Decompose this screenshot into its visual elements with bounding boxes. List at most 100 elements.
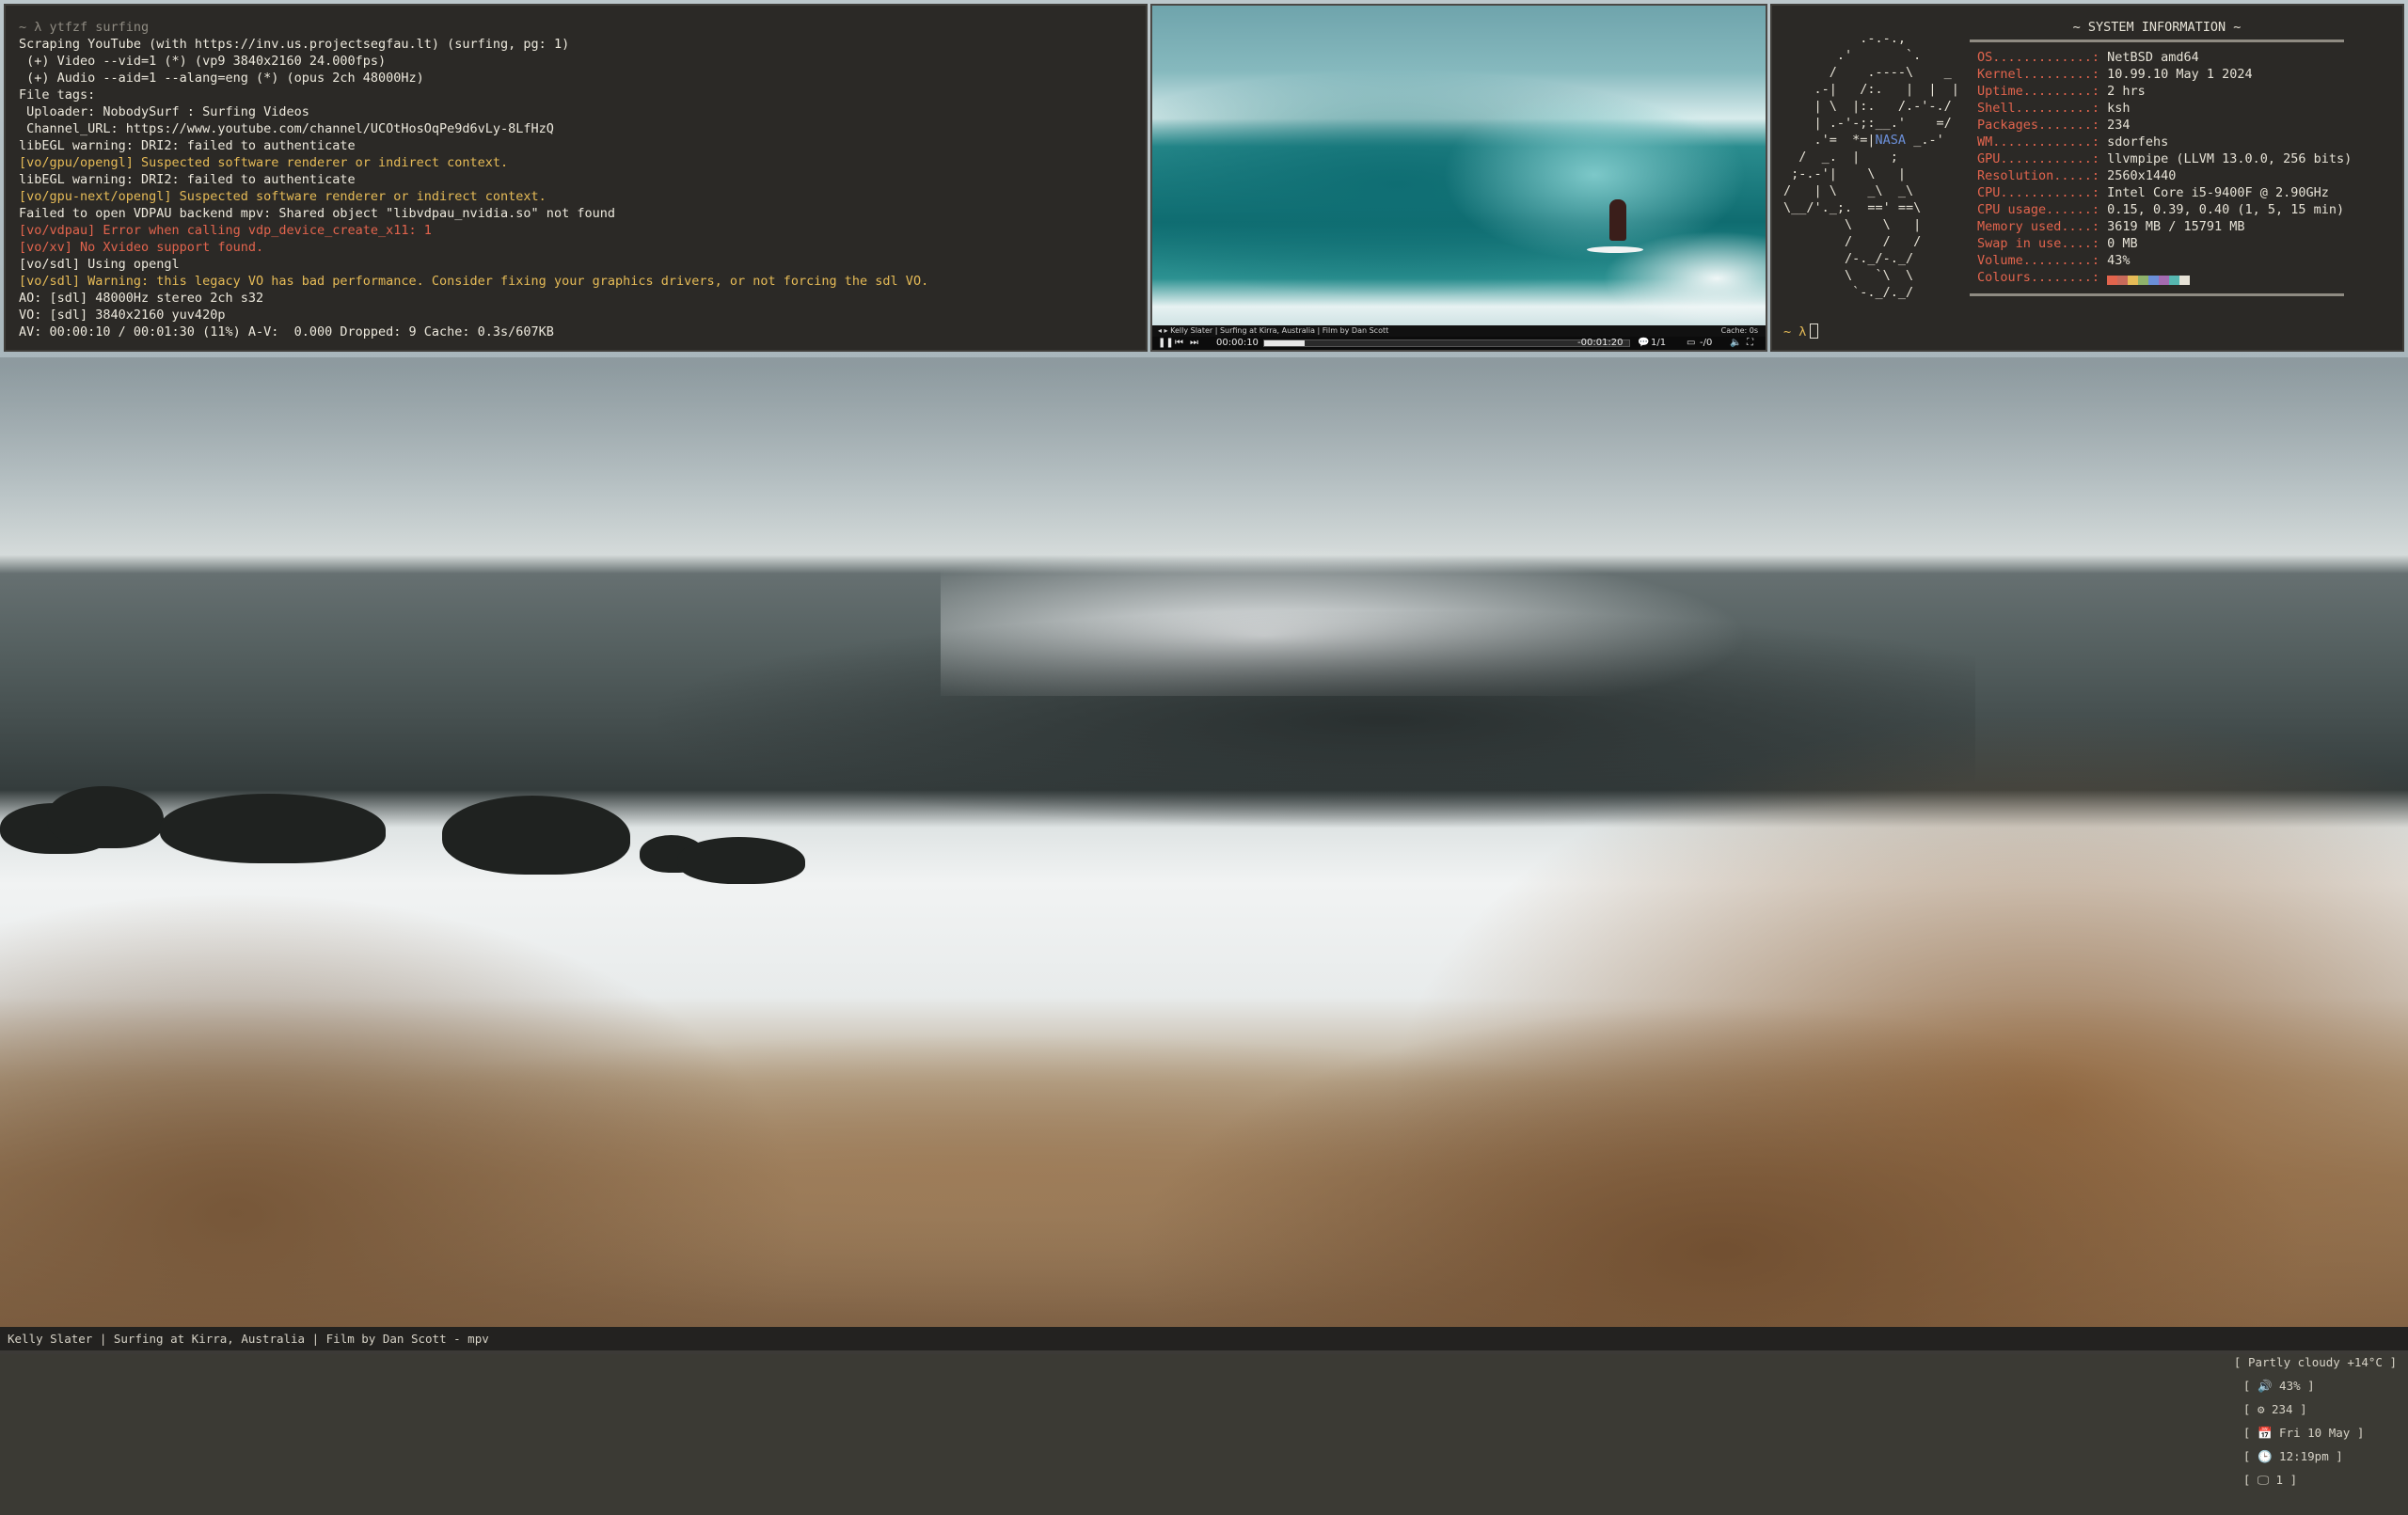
colour-swatch (2117, 276, 2129, 285)
terminal-line: (+) Audio --aid=1 --alang=eng (*) (opus … (19, 71, 424, 86)
bottom-border (0, 1350, 2408, 1354)
wallpaper-rocks (0, 781, 818, 884)
video-surfboard (1587, 246, 1643, 253)
terminal-line: [vo/xv] No Xvideo support found. (19, 240, 264, 255)
ascii-line: | \ |:. /.-'-./ (1783, 99, 1952, 114)
wallpaper-sky (0, 357, 2408, 564)
colour-swatch (2159, 276, 2170, 285)
sysinfo-value: 3619 MB / 15791 MB (2099, 219, 2245, 234)
sysinfo-key: Kernel.........: (1977, 67, 2100, 82)
time-remaining[interactable]: -00:01:20 (1577, 337, 1624, 350)
sysinfo-value: 234 (2099, 118, 2131, 133)
active-window-title: Kelly Slater | Surfing at Kirra, Austral… (8, 1332, 489, 1346)
sysinfo-row: OS.............: NetBSD amd64 (1977, 49, 2352, 66)
sysinfo-key: Colours........: (1977, 270, 2100, 285)
pause-icon[interactable]: ❚❚ (1158, 337, 1174, 350)
packages-widget[interactable]: [ ⚙ 234 ] (2243, 1402, 2307, 1416)
ascii-line: /-._/-._/ (1783, 251, 1914, 266)
terminal-line: ~ λ ytfzf surfing (19, 20, 150, 35)
workspace-widget[interactable]: [ 🖵 1 ] (2243, 1473, 2297, 1487)
date-widget[interactable]: [ 📅 Fri 10 May ] (2243, 1426, 2364, 1440)
sysinfo-row: WM.............: sdorfehs (1977, 134, 2352, 150)
mpv-title-bar: ◂ ▸ Kelly Slater | Surfing at Kirra, Aus… (1152, 325, 1766, 337)
mpv-nav-icon[interactable]: ◂ ▸ (1158, 326, 1170, 335)
ascii-nasa-label: NASA (1875, 133, 1907, 148)
terminal-line: libEGL warning: DRI2: failed to authenti… (19, 138, 356, 153)
prev-icon[interactable]: ⏮ (1175, 337, 1183, 350)
sysinfo-key: Packages.......: (1977, 118, 2100, 133)
seek-bar[interactable] (1263, 339, 1630, 347)
sysinfo-value: sdorfehs (2099, 134, 2169, 150)
ascii-line: \ \ | (1783, 217, 1922, 232)
volume-widget[interactable]: [ 🔊 43% ] (2243, 1379, 2315, 1393)
ascii-line: .' `. (1783, 48, 1922, 63)
terminal-line: libEGL warning: DRI2: failed to authenti… (19, 172, 356, 187)
ascii-line: | .-'-;:__.' =/ (1783, 116, 1952, 131)
ascii-line: .-.-., (1783, 31, 1907, 46)
sysinfo-value: 2 hrs (2099, 84, 2146, 99)
sysinfo-key: CPU usage......: (1977, 202, 2100, 217)
sysinfo-row: GPU............: llvmpipe (LLVM 13.0.0, … (1977, 150, 2352, 167)
terminal-line: [vo/gpu-next/opengl] Suspected software … (19, 189, 547, 204)
weather-widget[interactable]: [ Partly cloudy +14°C ] (2234, 1355, 2397, 1369)
ascii-line: .-| /:. | | | (1783, 82, 1959, 97)
video-surfer (1609, 199, 1626, 241)
sysinfo-row: Volume.........: 43% (1977, 252, 2352, 269)
mpv-cache: Cache: 0s (1720, 326, 1758, 335)
ascii-nasa-tail: _.-' (1906, 133, 1944, 148)
sysinfo-key: Memory used....: (1977, 219, 2100, 234)
terminal-line: AO: [sdl] 48000Hz stereo 2ch s32 (19, 291, 264, 306)
mpv-title-text: Kelly Slater | Surfing at Kirra, Austral… (1170, 326, 1389, 335)
playlist-icon[interactable]: 💬 (1638, 337, 1649, 350)
shell-prompt[interactable]: ~ λ (1783, 324, 1819, 340)
sysinfo-terminal-window[interactable]: .-.-., .' `. / .----\ _ .-| /:. | | | | … (1770, 4, 2404, 352)
sysinfo-key: WM.............: (1977, 134, 2100, 150)
colour-swatches (2107, 273, 2191, 285)
sysinfo-value: NetBSD amd64 (2099, 50, 2199, 65)
subtitle-icon[interactable]: ▭ (1687, 337, 1695, 350)
ascii-line: `-._/._/ (1783, 285, 1914, 300)
colour-swatch (2169, 276, 2180, 285)
terminal-line: [vo/sdl] Using opengl (19, 257, 180, 272)
colour-swatch (2128, 276, 2139, 285)
seek-bar-fill (1264, 340, 1305, 346)
terminal-output: ~ λ ytfzf surfing Scraping YouTube (with … (6, 6, 1146, 354)
sysinfo-row: Memory used....: 3619 MB / 15791 MB (1977, 218, 2352, 235)
colour-swatch (2138, 276, 2149, 285)
time-elapsed[interactable]: 00:00:10 (1216, 337, 1259, 350)
sysinfo-value: llvmpipe (LLVM 13.0.0, 256 bits) (2099, 151, 2353, 166)
status-widgets: [ Partly cloudy +14°C ] [ 🔊 43% ] [ ⚙ 23… (2206, 1327, 2397, 1515)
sysinfo-value: 2560x1440 (2099, 168, 2177, 183)
next-icon[interactable]: ⏭ (1190, 337, 1198, 350)
fullscreen-icon[interactable]: ⛶ (1747, 337, 1753, 350)
footer-divider (1970, 293, 2344, 296)
sysinfo-value: ksh (2099, 101, 2131, 116)
colour-swatch (2107, 276, 2118, 285)
subtitle-track[interactable]: -/0 (1700, 337, 1712, 350)
sysinfo-value: 43% (2099, 253, 2131, 268)
volume-icon[interactable]: 🔈 (1730, 337, 1741, 350)
colour-swatch (2148, 276, 2160, 285)
terminal-line: AV: 00:00:10 / 00:01:30 (11%) A-V: 0.000… (19, 324, 554, 339)
playlist-position[interactable]: 1/1 (1651, 337, 1666, 350)
wallpaper-wave (658, 611, 1975, 828)
sysinfo-list: OS.............: NetBSD amd64 Kernel.....… (1977, 49, 2352, 286)
terminal-line: Uploader: NobodySurf : Surfing Videos (19, 104, 309, 119)
terminal-line: Channel_URL: https://www.youtube.com/cha… (19, 121, 554, 136)
sysinfo-value: 0.15, 0.39, 0.40 (1, 5, 15 min) (2099, 202, 2345, 217)
sysinfo-row: CPU usage......: 0.15, 0.39, 0.40 (1, 5,… (1977, 201, 2352, 218)
video-frame[interactable] (1152, 6, 1766, 325)
sysinfo-value: 0 MB (2099, 236, 2138, 251)
mpv-window[interactable]: ◂ ▸ Kelly Slater | Surfing at Kirra, Aus… (1150, 4, 1767, 352)
ascii-line: ;-.-'| \ | (1783, 166, 1907, 181)
clock-widget[interactable]: [ 🕒 12:19pm ] (2243, 1449, 2343, 1463)
terminal-line: File tags: (19, 87, 96, 103)
terminal-line: [vo/gpu/opengl] Suspected software rende… (19, 155, 509, 170)
sysinfo-row: Shell..........: ksh (1977, 100, 2352, 117)
header-divider (1970, 39, 2344, 42)
netbsd-ascii-logo: .-.-., .' `. / .----\ _ .-| /:. | | | | … (1783, 30, 1959, 301)
terminal-line: Scraping YouTube (with https://inv.us.pr… (19, 37, 570, 52)
terminal-line: VO: [sdl] 3840x2160 yuv420p (19, 308, 226, 323)
terminal-window[interactable]: ~ λ ytfzf surfing Scraping YouTube (with … (4, 4, 1148, 352)
sysinfo-key: CPU............: (1977, 185, 2100, 200)
